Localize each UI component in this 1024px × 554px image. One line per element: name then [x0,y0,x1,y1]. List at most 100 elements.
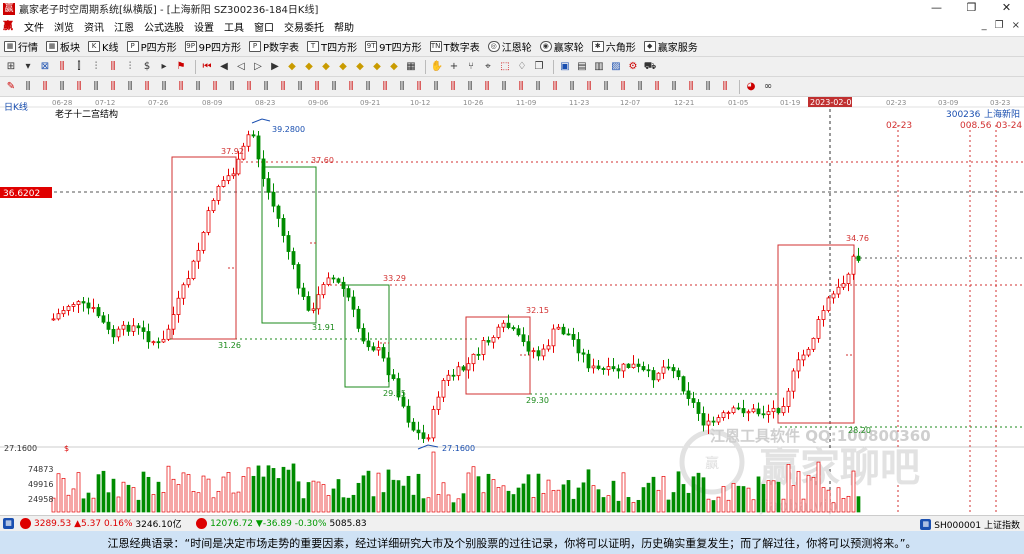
car-icon[interactable]: ⛟ [643,60,657,74]
bar-icon[interactable]: ⫿ [72,60,86,74]
menu-help[interactable]: 帮助 [329,19,359,34]
k12-icon[interactable]: ⫼ [208,80,222,94]
flag-icon[interactable]: ⚑ [174,60,188,74]
cross-icon[interactable]: + [447,60,461,74]
k29-icon[interactable]: ⫼ [497,80,511,94]
menu-news[interactable]: 资讯 [79,19,109,34]
toolbar-button-9t-square[interactable]: 9T 9T四方形 [361,38,425,56]
k41-icon[interactable]: ⫼ [701,80,715,94]
fork-icon[interactable]: ⑂ [464,60,478,74]
candle-icon[interactable]: ⫼ [55,60,69,74]
index-selector-label[interactable]: SH000001 上证指数 [934,518,1020,531]
diamond-4-icon[interactable]: ◆ [336,60,350,74]
pie-icon[interactable]: ◕ [744,80,758,94]
k27-icon[interactable]: ⫼ [463,80,477,94]
grid-icon[interactable]: ▦ [404,60,418,74]
k24-icon[interactable]: ⫼ [412,80,426,94]
toolbar-button-p-number[interactable]: P P数字表 [245,38,303,56]
next-fast-icon[interactable]: ▶ [268,60,282,74]
k34-icon[interactable]: ⫼ [582,80,596,94]
kline-chart[interactable]: 06-28 07-12 07-26 08-09 08-23 09-06 09-21 10-12… [0,97,1024,515]
toolbar-button-9p-square[interactable]: 9P 9P四方形 [181,38,245,56]
menu-trade[interactable]: 交易委托 [279,19,329,34]
mdi-close-button[interactable]: × [1012,20,1020,31]
diamond-5-icon[interactable]: ◆ [353,60,367,74]
k38-icon[interactable]: ⫼ [650,80,664,94]
monitor-icon[interactable]: ▣ [558,60,572,74]
k8-icon[interactable]: ⫼ [140,80,154,94]
close-button[interactable]: ✕ [989,0,1024,17]
dropdown-icon[interactable]: ▾ [21,60,35,74]
minimize-button[interactable]: — [919,0,954,17]
menu-gann[interactable]: 江恩 [109,19,139,34]
k36-icon[interactable]: ⫼ [616,80,630,94]
toolbar-button-block[interactable]: ▦ 板块 [42,38,84,56]
copy-icon[interactable]: ❐ [532,60,546,74]
k33-icon[interactable]: ⫼ [565,80,579,94]
toolbar-button-gann-wheel[interactable]: ◎ 江恩轮 [484,38,536,56]
menu-settings[interactable]: 设置 [189,19,219,34]
menu-window[interactable]: 窗口 [249,19,279,34]
next-icon[interactable]: ▷ [251,60,265,74]
k5-icon[interactable]: ⫼ [89,80,103,94]
hold-icon[interactable]: ⫶ [123,60,137,74]
k14-icon[interactable]: ⫼ [242,80,256,94]
tag-icon[interactable]: ⌖ [481,60,495,74]
k3-icon[interactable]: ⫼ [55,80,69,94]
k9-icon[interactable]: ⫼ [157,80,171,94]
prev-icon[interactable]: ◁ [234,60,248,74]
save-icon[interactable]: ▤ [575,60,589,74]
k35-icon[interactable]: ⫼ [599,80,613,94]
k39-icon[interactable]: ⫼ [667,80,681,94]
mdi-minimize-button[interactable]: _ [982,20,987,31]
diamond-7-icon[interactable]: ◆ [387,60,401,74]
k40-icon[interactable]: ⫼ [684,80,698,94]
diamond-icon[interactable]: ◆ [285,60,299,74]
shape-icon[interactable]: ♢ [515,60,529,74]
tools-icon[interactable]: ⚙ [626,60,640,74]
money-icon[interactable]: $ [140,60,154,74]
toolbar-button-t-number[interactable]: TN T数字表 [426,38,484,56]
k15-icon[interactable]: ⫼ [259,80,273,94]
k31-icon[interactable]: ⫼ [531,80,545,94]
k23-icon[interactable]: ⫼ [395,80,409,94]
menu-file[interactable]: 文件 [19,19,49,34]
diamond-2-icon[interactable]: ◆ [302,60,316,74]
k37-icon[interactable]: ⫼ [633,80,647,94]
app-menu-icon[interactable]: 赢 [3,21,15,33]
k26-icon[interactable]: ⫼ [446,80,460,94]
mdi-restore-button[interactable]: ❐ [995,20,1004,31]
k13-icon[interactable]: ⫼ [225,80,239,94]
k20-icon[interactable]: ⫼ [344,80,358,94]
k2-icon[interactable]: ⫼ [38,80,52,94]
k18-icon[interactable]: ⫼ [310,80,324,94]
toolbar-button-t-square[interactable]: T T四方形 [303,38,361,56]
k28-icon[interactable]: ⫼ [480,80,494,94]
toolbar-button-service[interactable]: ◆ 赢家服务 [640,38,702,56]
k4-icon[interactable]: ⫼ [72,80,86,94]
toolbar-button-kline[interactable]: K K线 [84,38,123,56]
chart-icon[interactable]: ⊠ [38,60,52,74]
diamond-3-icon[interactable]: ◆ [319,60,333,74]
toolbar-button-hexagon[interactable]: ✱ 六角形 [588,38,640,56]
line-icon[interactable]: ⫶ [89,60,103,74]
menu-browse[interactable]: 浏览 [49,19,79,34]
k42-icon[interactable]: ⫼ [718,80,732,94]
maximize-button[interactable]: ❐ [954,0,989,17]
infinity-icon[interactable]: ∞ [761,80,775,94]
export-icon[interactable]: ▨ [609,60,623,74]
sz-index-value[interactable]: 12076.72 [210,519,253,529]
menu-tools[interactable]: 工具 [219,19,249,34]
chart-canvas[interactable]: 06-28 07-12 07-26 08-09 08-23 09-06 09-21 10-12… [0,97,1024,515]
menu-formula-screen[interactable]: 公式选股 [139,19,189,34]
table-icon[interactable]: ▥ [592,60,606,74]
k6-icon[interactable]: ⫼ [106,80,120,94]
k25-icon[interactable]: ⫼ [429,80,443,94]
k17-icon[interactable]: ⫼ [293,80,307,94]
diamond-6-icon[interactable]: ◆ [370,60,384,74]
k7-icon[interactable]: ⫼ [123,80,137,94]
toolbar-button-p-square[interactable]: P P四方形 [123,38,181,56]
k10-icon[interactable]: ⫼ [174,80,188,94]
toolbar-button-winner-wheel[interactable]: ◉ 赢家轮 [536,38,588,56]
select-icon[interactable]: ⬚ [498,60,512,74]
